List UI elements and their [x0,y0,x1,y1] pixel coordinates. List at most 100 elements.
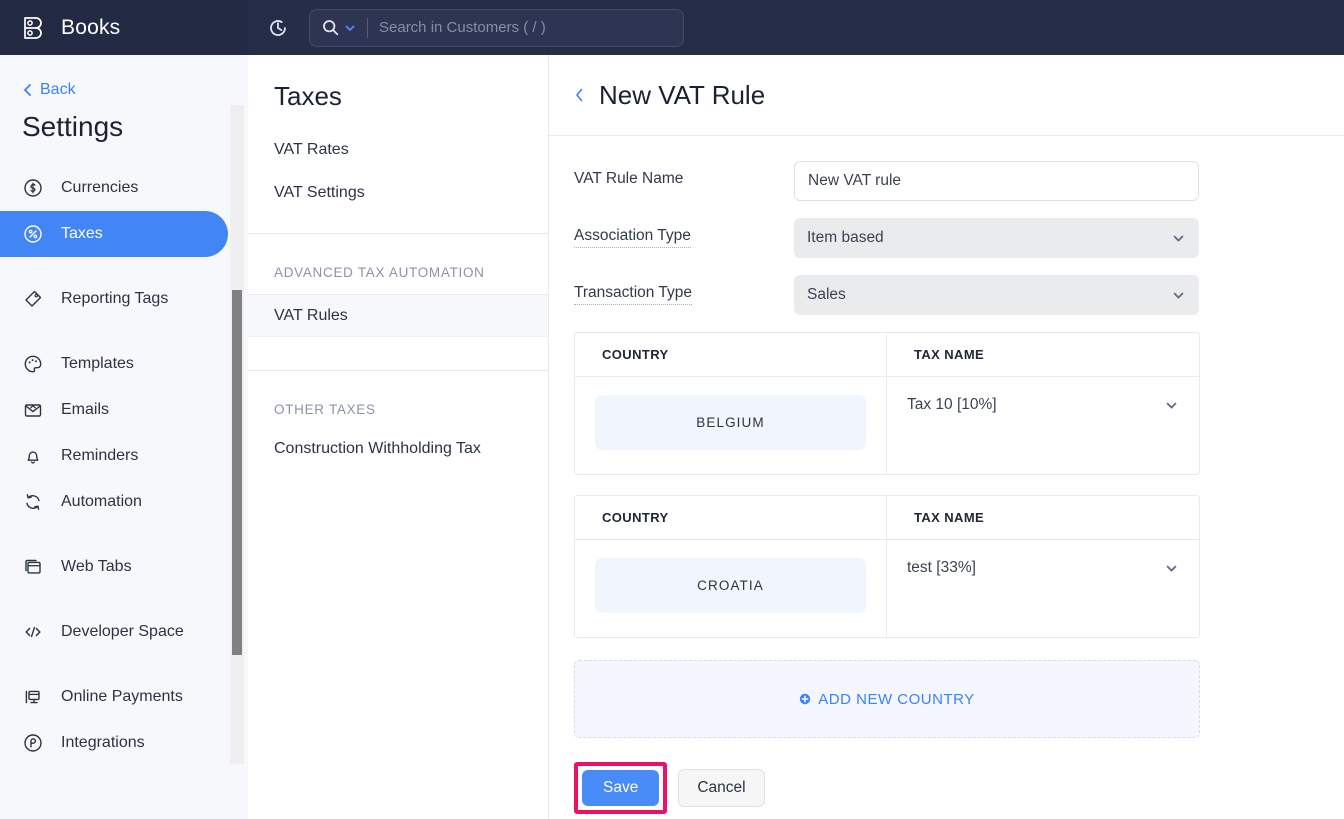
main-title: New VAT Rule [599,80,765,111]
country-pill[interactable]: CROATIA [595,558,866,613]
transaction-type-select[interactable]: Sales [794,275,1199,315]
sidebar-item-currencies[interactable]: Currencies [0,165,228,211]
nav-spacer [0,525,248,544]
tax-name-cell: test [33%] [887,540,1199,637]
nav-spacer [0,590,248,609]
subpanel-item-label: Construction Withholding Tax [274,440,481,458]
code-brackets-icon [22,621,44,643]
sidebar-item-label: Taxes [61,225,103,243]
sidebar-item-label: Reminders [61,447,138,465]
main-content: New VAT Rule VAT Rule Name Association T… [549,55,1344,819]
sidebar-item-label: Currencies [61,179,138,197]
chevron-down-icon [344,22,356,34]
tax-name-select[interactable]: test [33%] [907,559,1179,577]
transaction-type-label: Transaction Type [574,284,692,305]
subpanel-item-vat-rules[interactable]: VAT Rules [248,294,548,337]
column-header-tax-name: TAX NAME [887,333,1199,377]
subpanel-item-vat-settings[interactable]: VAT Settings [248,171,548,214]
chevron-down-icon [1171,288,1186,303]
transaction-type-label-cell: Transaction Type [574,275,794,305]
refresh-clock-icon[interactable] [263,13,293,43]
association-type-select[interactable]: Item based [794,218,1199,258]
back-label: Back [40,81,76,99]
country-block: COUNTRY TAX NAME BELGIUM Tax 10 [10%] [574,332,1344,475]
add-new-country-button[interactable]: ADD NEW COUNTRY [574,660,1200,738]
save-button-highlight: Save [574,762,667,814]
refresh-cycle-icon [22,491,44,513]
sidebar-item-emails[interactable]: Emails [0,387,228,433]
search-icon [322,19,339,36]
subpanel-group-label-advanced: ADVANCED TAX AUTOMATION [248,234,548,280]
search-scope-selector[interactable] [322,19,356,36]
subpanel-item-construction-withholding-tax[interactable]: Construction Withholding Tax [248,427,548,470]
save-button[interactable]: Save [582,770,659,806]
column-header-tax-name: TAX NAME [887,496,1199,540]
search-divider [367,18,368,38]
country-tax-table: COUNTRY TAX NAME BELGIUM Tax 10 [10%] [574,332,1200,475]
country-pill[interactable]: BELGIUM [595,395,866,450]
palette-icon [22,353,44,375]
form-row-transaction-type: Transaction Type Sales [574,275,1344,315]
tax-name-cell: Tax 10 [10%] [887,377,1199,474]
settings-sidebar: Back Settings Currencies [0,55,248,819]
table-row: CROATIA test [33%] [575,540,1199,637]
sidebar-item-developer-space[interactable]: Developer Space [0,609,228,655]
vat-rule-name-input[interactable] [794,161,1199,201]
subpanel-item-label: VAT Settings [274,184,365,202]
back-link[interactable]: Back [0,55,248,99]
association-type-label: Association Type [574,227,691,248]
main-header: New VAT Rule [549,55,1344,136]
table-header-row: COUNTRY TAX NAME [575,333,1199,377]
country-block: COUNTRY TAX NAME CROATIA test [33%] [574,495,1344,638]
chevron-left-icon [22,83,33,97]
search-bar[interactable] [309,9,684,47]
bell-icon [22,445,44,467]
chevron-down-icon [1171,231,1186,246]
subpanel-group-label-other: OTHER TAXES [248,371,548,417]
column-header-country: COUNTRY [575,333,887,377]
sidebar-item-taxes[interactable]: Taxes [0,211,228,257]
transaction-type-value: Sales [807,286,846,304]
sidebar-item-templates[interactable]: Templates [0,341,228,387]
sidebar-item-label: Emails [61,401,109,419]
country-cell: BELGIUM [575,377,887,474]
sidebar-item-automation[interactable]: Automation [0,479,228,525]
sidebar-item-reporting-tags[interactable]: Reporting Tags [0,276,228,322]
form-actions: Save Cancel [574,762,1344,814]
nav-spacer [0,655,248,674]
sidebar-item-reminders[interactable]: Reminders [0,433,228,479]
add-new-country-label: ADD NEW COUNTRY [818,691,974,708]
subpanel-item-vat-rates[interactable]: VAT Rates [248,128,548,171]
brand-area[interactable]: Books [0,0,248,55]
subpanel-item-label: VAT Rules [274,307,348,325]
subpanel-item-label: VAT Rates [274,141,349,159]
vat-rule-form: VAT Rule Name Association Type Item base… [549,136,1344,315]
table-row: BELGIUM Tax 10 [10%] [575,377,1199,474]
sidebar-item-label: Reporting Tags [61,290,168,308]
books-logo-icon [20,14,48,42]
sidebar-item-label: Online Payments [61,688,183,706]
search-input[interactable] [379,19,671,36]
form-row-name: VAT Rule Name [574,161,1344,201]
column-header-country: COUNTRY [575,496,887,540]
nav-spacer [0,322,248,341]
chevron-left-icon [574,87,585,103]
tag-icon [22,288,44,310]
tax-name-select[interactable]: Tax 10 [10%] [907,396,1179,414]
plus-circle-icon [799,693,811,705]
association-type-value: Item based [807,229,884,247]
top-bar: Books [0,0,1344,55]
sidebar-scrollbar-thumb[interactable] [232,290,242,655]
tax-name-value: Tax 10 [10%] [907,396,997,414]
main-back-button[interactable] [574,87,585,103]
cancel-button[interactable]: Cancel [678,769,764,807]
sidebar-nav: Currencies Taxes [0,165,248,766]
association-type-label-cell: Association Type [574,218,794,248]
form-row-association-type: Association Type Item based [574,218,1344,258]
subpanel-title: Taxes [248,55,548,112]
sidebar-item-integrations[interactable]: Integrations [0,720,228,766]
sidebar-item-label: Web Tabs [61,558,132,576]
sidebar-item-web-tabs[interactable]: Web Tabs [0,544,228,590]
sidebar-item-online-payments[interactable]: Online Payments [0,674,228,720]
sidebar-item-label: Integrations [61,734,145,752]
